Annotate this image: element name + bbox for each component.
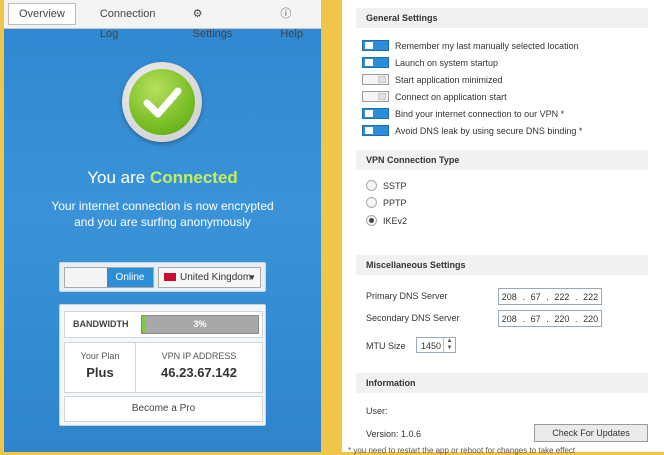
dns-part: 222 <box>583 291 599 302</box>
vpn-type-header: VPN Connection Type <box>356 150 648 170</box>
setting-label: Remember my last manually selected locat… <box>395 40 579 51</box>
tab-help[interactable]: ⓘ Help <box>270 4 321 40</box>
status-state: Connected <box>149 168 238 187</box>
bandwidth-meter: BANDWIDTH 3% <box>64 311 263 338</box>
bandwidth-percent: 3% <box>193 319 207 329</box>
dns-part: 220 <box>583 313 599 324</box>
setting-row[interactable]: Connect on application start <box>362 90 507 103</box>
setting-row[interactable]: Remember my last manually selected locat… <box>362 39 579 52</box>
plan-value: Plus <box>86 365 114 380</box>
toggle-switch[interactable] <box>362 91 389 102</box>
primary-dns-input[interactable]: 208. 67. 222. 222 <box>498 288 602 305</box>
dns-part: . <box>574 291 578 302</box>
tab-help-label: Help <box>280 28 303 40</box>
toggle-knob <box>65 268 107 287</box>
dns-part: 220 <box>554 313 570 324</box>
country-label: United Kingdom <box>180 272 252 283</box>
information-header: Information <box>356 373 648 393</box>
status-prefix: You are <box>87 168 146 187</box>
status-indicator <box>122 62 202 142</box>
dns-part: 67 <box>530 313 541 324</box>
radio-button[interactable] <box>366 180 377 191</box>
country-select[interactable]: United Kingdom ▼ <box>158 267 261 288</box>
top-navigation: Overview Connection Log ⚙ Settings ⓘ Help <box>4 0 321 40</box>
tab-settings[interactable]: ⚙ Settings <box>183 4 247 40</box>
plan-column: Your Plan Plus <box>65 343 136 392</box>
connection-status: You are Connected <box>4 168 321 188</box>
dns-part: . <box>574 313 578 324</box>
misc-settings-header: Miscellaneous Settings <box>356 255 648 275</box>
setting-row[interactable]: Start application minimized <box>362 73 503 86</box>
vpn-type-option[interactable]: IKEv2 <box>366 214 407 227</box>
connection-controls: Online United Kingdom ▼ <box>59 262 266 292</box>
checkmark-icon <box>129 69 195 135</box>
mtu-stepper[interactable]: 1450 ▲ ▼ <box>416 337 456 353</box>
option-label: IKEv2 <box>383 215 408 226</box>
radio-button[interactable] <box>366 215 377 226</box>
settings-panel: General Settings Remember my last manual… <box>342 0 664 455</box>
toggle-switch[interactable] <box>362 57 389 68</box>
dns-part: 67 <box>530 291 541 302</box>
setting-row[interactable]: Avoid DNS leak by using secure DNS bindi… <box>362 124 582 137</box>
dns-part: 222 <box>554 291 570 302</box>
ip-label: VPN IP ADDRESS <box>161 351 237 361</box>
dns-part: . <box>546 313 549 324</box>
check-updates-button[interactable]: Check For Updates <box>534 424 648 442</box>
stats-panel: BANDWIDTH 3% Your Plan Plus VPN IP ADDRE… <box>59 304 266 426</box>
user-label: User: <box>366 406 388 416</box>
stepper-arrows-icon[interactable]: ▲ ▼ <box>443 338 455 352</box>
connection-toggle[interactable]: Online <box>64 267 154 288</box>
general-settings-header: General Settings <box>356 8 648 28</box>
uk-flag-icon <box>164 273 176 281</box>
gear-icon: ⚙ <box>192 8 203 20</box>
tab-overview-label: Overview <box>19 8 65 20</box>
mtu-value: 1450 <box>421 341 442 351</box>
setting-label: Bind your internet connection to our VPN… <box>395 108 565 119</box>
tab-connection-log-label: Connection Log <box>99 8 156 40</box>
secondary-dns-input[interactable]: 208. 67. 220. 220 <box>498 310 602 327</box>
setting-label: Connect on application start <box>395 91 507 102</box>
setting-label: Avoid DNS leak by using secure DNS bindi… <box>395 125 583 136</box>
toggle-switch[interactable] <box>362 40 389 51</box>
bandwidth-label: BANDWIDTH <box>73 319 129 329</box>
setting-row[interactable]: Launch on system startup <box>362 56 498 69</box>
vpn-type-option[interactable]: SSTP <box>366 179 407 192</box>
dns-part: . <box>522 291 525 302</box>
version-label: Version: 1.0.6 <box>366 429 422 439</box>
toggle-switch[interactable] <box>362 74 389 85</box>
vpn-type-option[interactable]: PPTP <box>366 196 407 209</box>
setting-row[interactable]: Bind your internet connection to our VPN… <box>362 107 564 120</box>
dns-part: 208 <box>501 313 517 324</box>
become-pro-button[interactable]: Become a Pro <box>64 396 263 422</box>
dns-part: . <box>546 291 549 302</box>
toggle-switch[interactable] <box>362 125 389 136</box>
option-label: PPTP <box>383 197 407 208</box>
ip-column: VPN IP ADDRESS 46.23.67.142 <box>136 343 262 392</box>
bandwidth-bar: 3% <box>141 315 259 334</box>
plan-info: Your Plan Plus VPN IP ADDRESS 46.23.67.1… <box>64 342 263 393</box>
status-description: Your internet connection is now encrypte… <box>51 199 274 229</box>
dns-part: . <box>522 313 525 324</box>
mtu-label: MTU Size <box>366 341 406 351</box>
secondary-dns-label: Secondary DNS Server <box>366 313 460 323</box>
dns-part: 208 <box>501 291 517 302</box>
setting-label: Launch on system startup <box>395 57 499 68</box>
chevron-down-icon: ▼ <box>248 273 256 282</box>
setting-label: Start application minimized <box>395 74 503 85</box>
restart-footnote: * you need to restart the app or reboot … <box>348 446 576 455</box>
option-label: SSTP <box>383 180 407 191</box>
info-circle-icon: ⓘ <box>280 8 292 20</box>
radio-button[interactable] <box>366 197 377 208</box>
tab-overview[interactable]: Overview <box>8 3 76 25</box>
tab-connection-log[interactable]: Connection Log <box>90 4 173 40</box>
tab-settings-label: Settings <box>192 28 233 40</box>
ip-value: 46.23.67.142 <box>161 365 237 380</box>
primary-dns-label: Primary DNS Server <box>366 291 448 301</box>
vpn-main-panel: Overview Connection Log ⚙Settings ⓘHelp … <box>4 0 321 452</box>
toggle-label: Online <box>107 268 153 287</box>
toggle-switch[interactable] <box>362 108 389 119</box>
plan-label: Your Plan <box>80 351 120 361</box>
